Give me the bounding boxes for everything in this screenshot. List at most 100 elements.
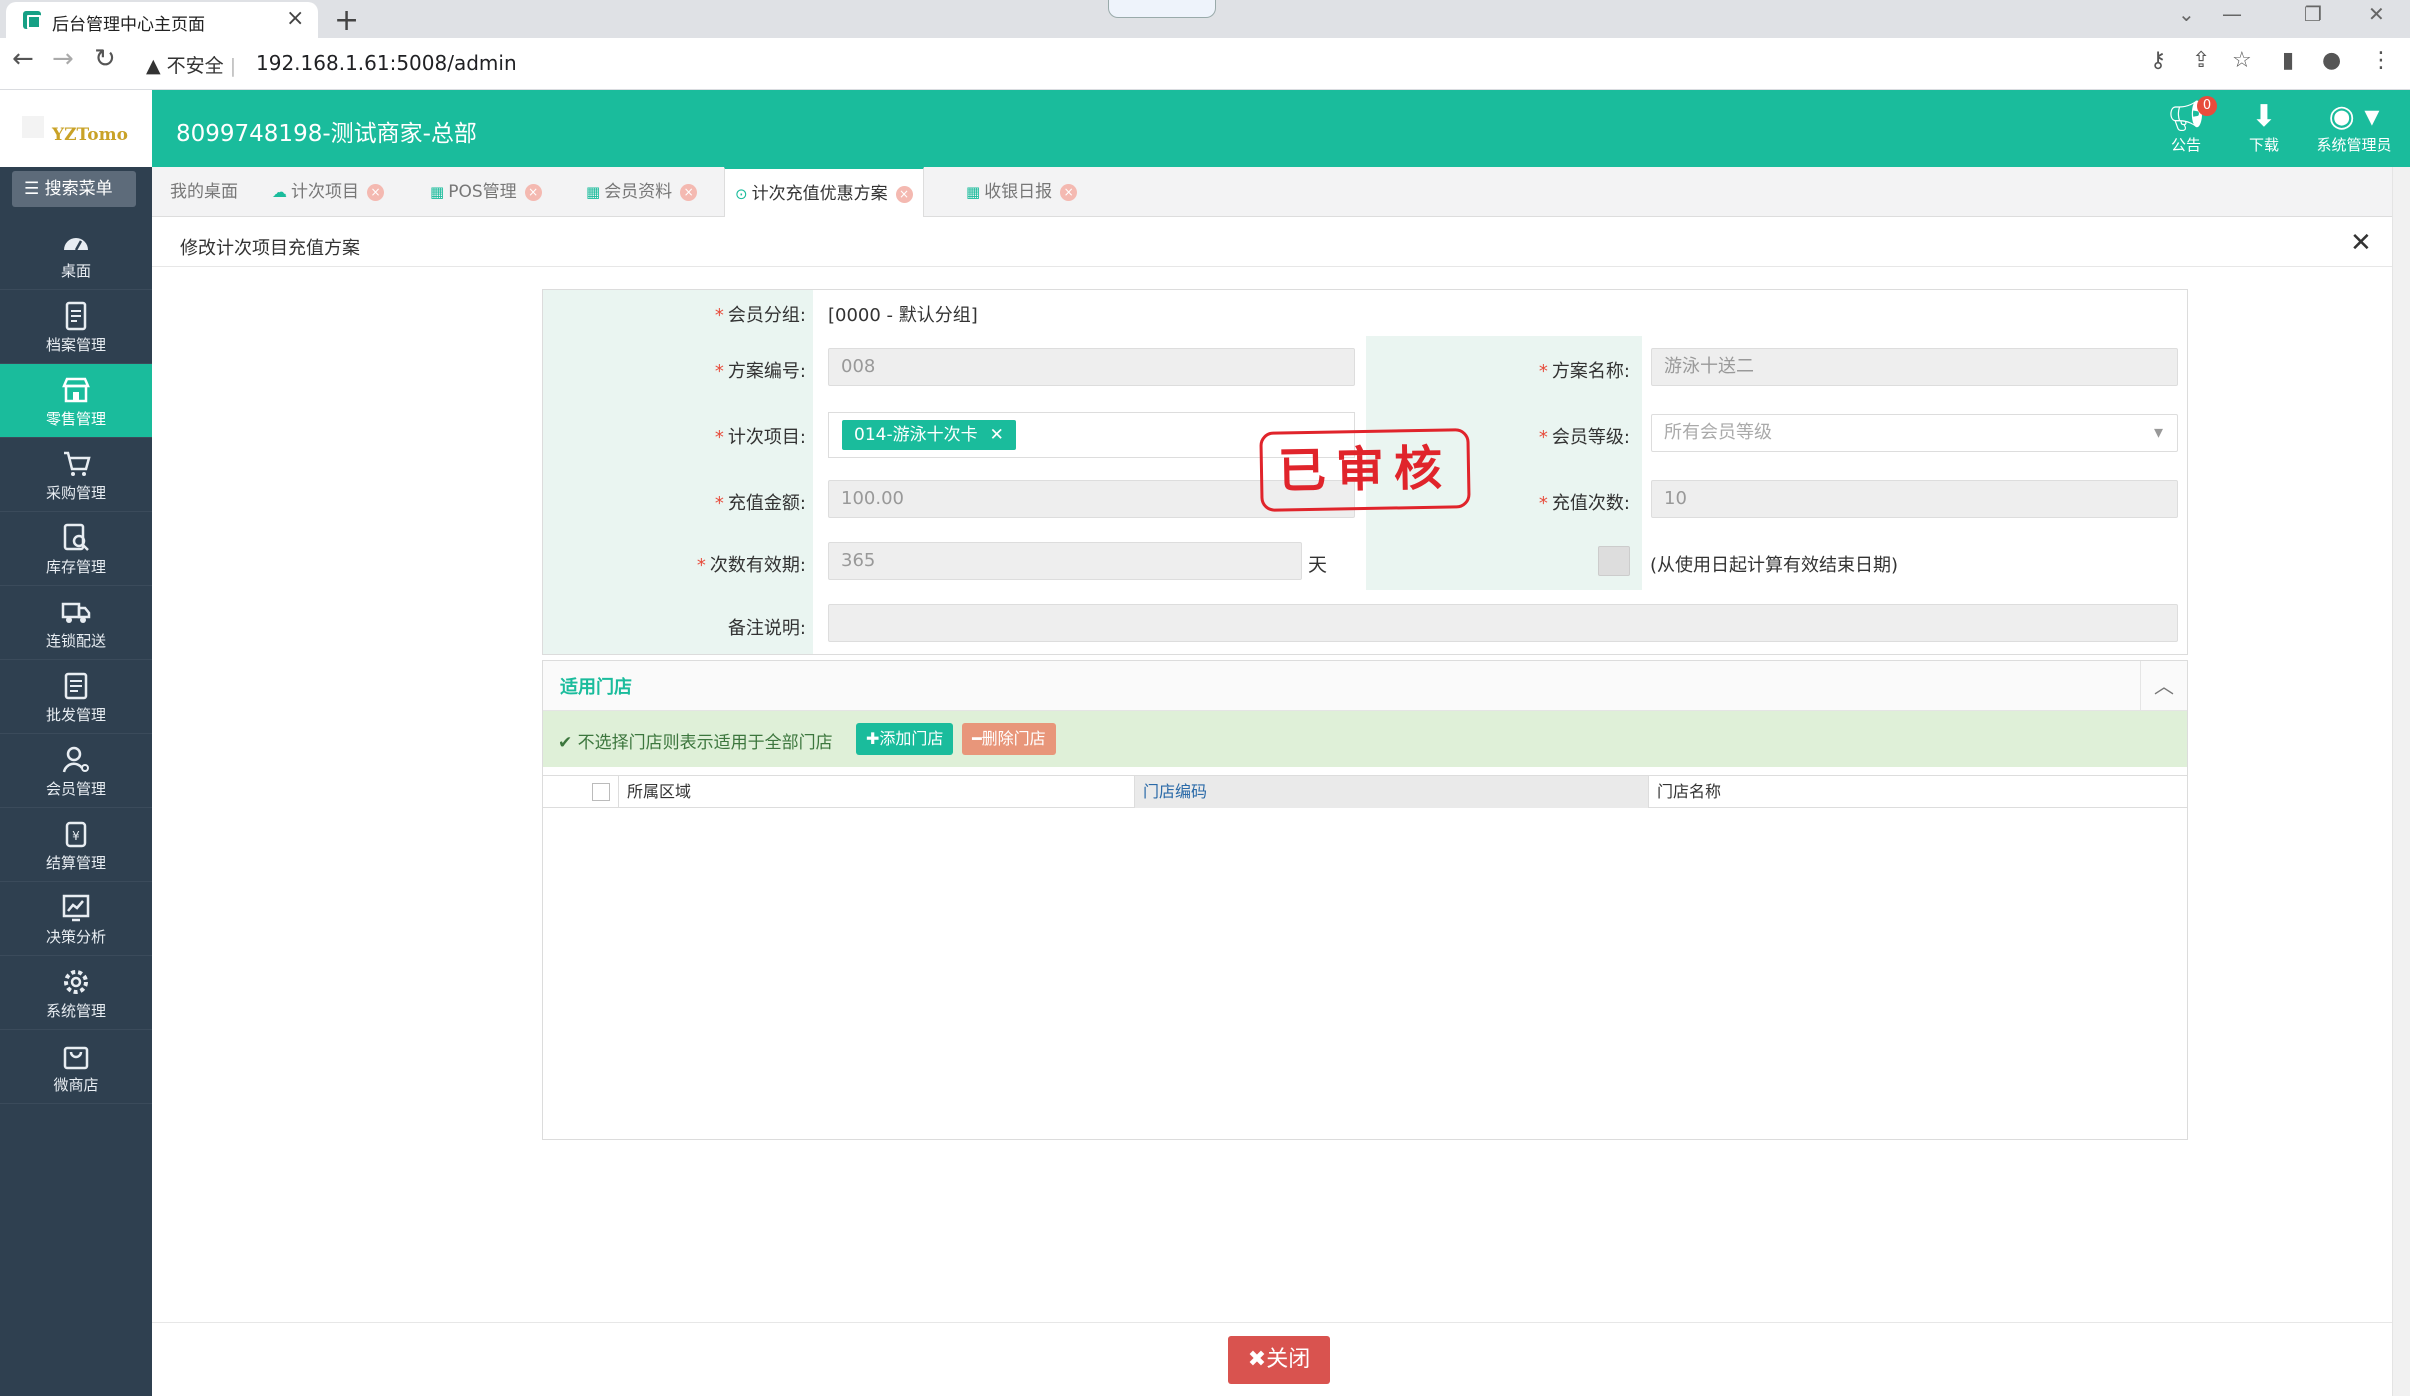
column-header-store-name[interactable]: 门店名称 [1648,776,2164,808]
sidebar-item-settlement[interactable]: ¥ 结算管理 [0,808,152,882]
close-button[interactable]: ✖关闭 [1228,1336,1330,1384]
key-icon[interactable]: ⚷ [2150,48,2166,73]
delete-store-button[interactable]: ━删除门店 [962,723,1056,755]
column-header-store-code[interactable]: 门店编码 [1134,776,1648,808]
browser-tab[interactable]: 后台管理中心主页面 × [6,2,318,38]
share-icon[interactable]: ⇪ [2192,48,2210,73]
sidebar-item-archives[interactable]: 档案管理 [0,290,152,364]
sidebar-item-purchase[interactable]: 采购管理 [0,438,152,512]
circle-icon: ⊙ [735,185,748,203]
item-chip[interactable]: 014-游泳十次卡 ✕ [842,420,1016,450]
close-tab-icon[interactable]: × [680,183,698,201]
sidebar-item-label: 微商店 [53,1076,99,1094]
close-tab-icon[interactable]: × [1060,183,1078,201]
window-drag-handle[interactable] [1108,0,1216,18]
add-store-button[interactable]: ✚添加门店 [856,723,954,755]
reload-icon[interactable]: ↻ [94,44,116,74]
tab-pos[interactable]: ▦ POS管理 × [420,167,552,217]
list-icon: ☰ [24,179,45,199]
level-placeholder: 所有会员等级 [1664,422,1772,443]
amount-label: * 充值金额: [714,493,806,514]
remark-label: 备注说明: [727,618,806,639]
sidebar-item-label: 决策分析 [45,928,106,946]
tab-search-icon[interactable]: ⌄ [2178,2,2195,26]
chart-icon [0,892,152,926]
close-window-button[interactable]: ✕ [2368,2,2385,26]
select-all-checkbox[interactable] [592,783,610,801]
search-menu-label: 搜索菜单 [44,179,113,199]
remove-chip-icon[interactable]: ✕ [990,425,1004,445]
forward-icon[interactable]: → [52,44,74,74]
name-field[interactable]: 游泳十送二 [1651,348,2178,386]
from-first-use-label: (从使用日起计算有效结束日期) [1650,555,1899,576]
browser-tab-title: 后台管理中心主页面 [52,15,205,35]
sidebar-item-label: 采购管理 [45,484,106,502]
validity-unit: 天 [1308,554,1328,576]
notice-badge: 0 [2197,96,2217,116]
minimize-button[interactable]: — [2222,2,2242,26]
star-icon[interactable]: ☆ [2232,48,2252,73]
remark-field[interactable] [828,604,2178,642]
security-indicator[interactable]: ▲ 不安全 | [146,51,236,78]
minus-icon: ━ [972,729,982,748]
sidebar-item-retail[interactable]: 零售管理 [0,364,152,438]
new-tab-button[interactable]: + [334,3,359,38]
tab-cashier-daily[interactable]: ▦ 收银日报 × [956,167,1087,217]
close-tab-icon[interactable]: × [367,183,384,201]
url-field[interactable]: 192.168.1.61:5008/admin [256,51,517,75]
sidebar-item-label: 档案管理 [45,336,106,354]
column-header-region[interactable]: 所属区域 [618,776,1134,808]
plus-icon: ✚ [866,729,880,748]
merchant-name: 8099748198-测试商家-总部 [176,121,477,147]
sidebar-item-microstore[interactable]: 微商店 [0,1030,152,1104]
download-label: 下载 [2248,136,2279,154]
tab-count-items[interactable]: ☁ 计次项目 × [262,167,394,217]
close-page-icon[interactable]: ✕ [2350,228,2372,258]
file-icon [0,300,152,334]
sidebar-item-label: 系统管理 [45,1002,106,1020]
count-field[interactable]: 10 [1651,480,2178,518]
page-title: 修改计次项目充值方案 [180,238,360,259]
from-first-use-checkbox[interactable] [1598,546,1630,576]
close-tab-icon[interactable]: × [286,6,304,31]
collapse-button[interactable]: ︿ [2140,661,2187,711]
level-select[interactable]: 所有会员等级 ▾ [1651,414,2178,452]
close-tab-icon[interactable]: × [524,183,542,201]
sidebar-item-label: 连锁配送 [45,632,106,650]
user-avatar-icon: ◉ ▾ [2328,99,2380,134]
search-menu-button[interactable]: ☰ 搜索菜单 [12,171,136,207]
sidebar-item-system[interactable]: 系统管理 [0,956,152,1030]
tab-recharge-plan[interactable]: ⊙ 计次充值优惠方案 × [724,167,924,217]
user-menu[interactable]: ◉ ▾ 系统管理员 [2306,100,2402,155]
sidebar-item-distribution[interactable]: 连锁配送 [0,586,152,660]
sidebar-item-analysis[interactable]: 决策分析 [0,882,152,956]
settlement-icon: ¥ [0,818,152,852]
stores-title: 适用门店 [560,677,632,698]
table-icon: ▦ [966,183,981,201]
tab-member-info[interactable]: ▦ 会员资料 × [576,167,707,217]
dashboard-icon [0,226,152,260]
tab-label: 收银日报 [984,182,1053,202]
scrollbar[interactable] [2392,167,2410,1396]
menu-icon[interactable]: ⋮ [2370,48,2392,73]
close-tab-icon[interactable]: × [895,185,913,203]
sidebar-item-label: 零售管理 [45,410,106,428]
sidebar-item-desktop[interactable]: 桌面 [0,216,152,290]
sidebar-item-label: 库存管理 [45,558,106,576]
sidepanel-icon[interactable]: ▮ [2282,48,2294,73]
restore-button[interactable]: ❐ [2304,2,2322,26]
validity-field[interactable]: 365 [828,542,1302,580]
sidebar-item-wholesale[interactable]: 批发管理 [0,660,152,734]
insecure-label: 不安全 [166,55,224,77]
sidebar-item-inventory[interactable]: 库存管理 [0,512,152,586]
back-icon[interactable]: ← [12,44,34,74]
sidebar-item-label: 批发管理 [45,706,106,724]
warning-icon: ▲ [146,55,167,77]
code-field[interactable]: 008 [828,348,1355,386]
tab-my-desktop[interactable]: 我的桌面 [160,167,248,217]
download-button[interactable]: ⬇ 下载 [2236,100,2292,155]
profile-icon[interactable]: ● [2322,48,2341,73]
tab-label: 会员资料 [604,182,673,202]
sidebar-item-label: 桌面 [60,262,91,280]
sidebar-item-member[interactable]: 会员管理 [0,734,152,808]
